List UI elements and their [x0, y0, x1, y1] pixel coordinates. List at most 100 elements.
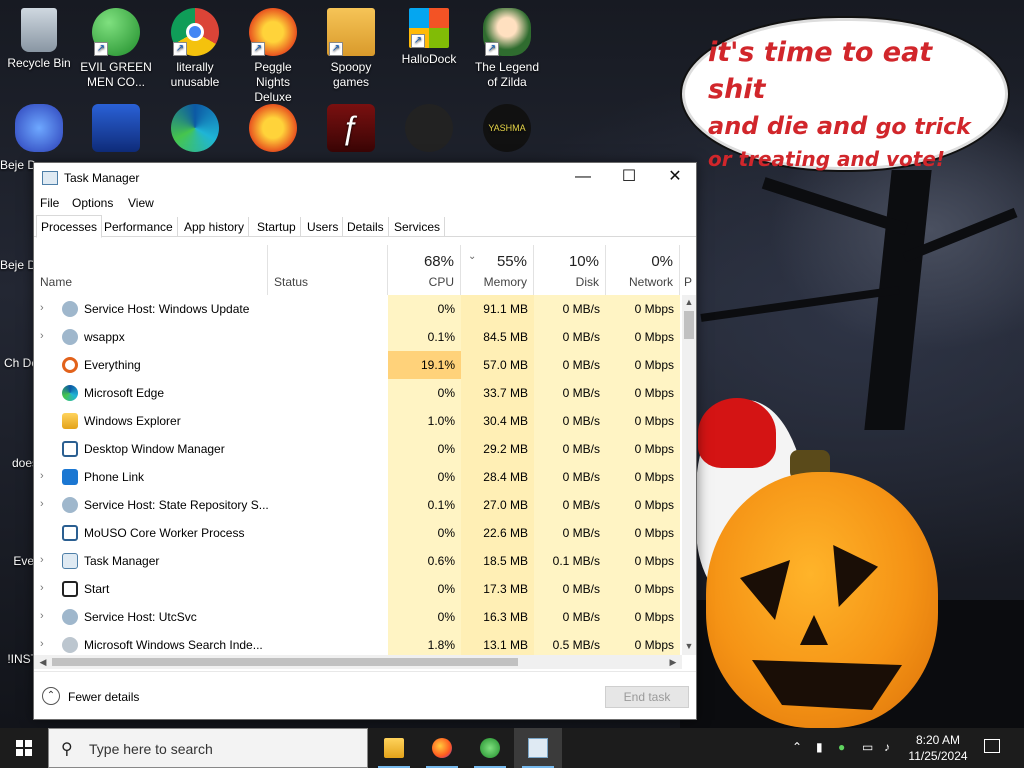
menu-view[interactable]: View — [128, 196, 154, 210]
expand-chevron-icon[interactable]: › — [40, 498, 44, 510]
process-network: 0 Mbps — [606, 295, 680, 323]
process-row[interactable]: Windows Explorer 1.0% 30.4 MB 0 MB/s 0 Mbps — [34, 407, 682, 435]
taskbar-firefox[interactable] — [418, 728, 466, 768]
tab-details[interactable]: Details — [343, 217, 389, 237]
desktop-icon-yashma[interactable]: YASHMA — [470, 104, 544, 156]
vertical-scroll-thumb[interactable] — [684, 311, 694, 339]
process-memory: 91.1 MB — [461, 295, 534, 323]
process-row[interactable]: Everything 19.1% 57.0 MB 0 MB/s 0 Mbps — [34, 351, 682, 379]
process-network: 0 Mbps — [606, 575, 680, 603]
process-cpu: 19.1% — [388, 351, 461, 379]
column-header-name[interactable]: Name — [34, 245, 268, 295]
process-row[interactable]: › Service Host: State Repository S... 0.1%… — [34, 491, 682, 519]
process-row[interactable]: › Start 0% 17.3 MB 0 MB/s 0 Mbps — [34, 575, 682, 603]
show-hidden-icons-icon[interactable]: ⌃ — [792, 740, 802, 754]
expand-chevron-icon[interactable]: › — [40, 638, 44, 650]
process-cpu: 0% — [388, 519, 461, 547]
vertical-scrollbar[interactable]: ▲ ▼ — [682, 295, 696, 655]
desktop-icon-peggle[interactable] — [236, 104, 310, 156]
tab-startup[interactable]: Startup — [253, 217, 301, 237]
menu-file[interactable]: File — [40, 196, 59, 210]
column-label-name: Name — [40, 275, 73, 289]
expand-chevron-icon[interactable]: › — [40, 330, 44, 342]
tab-app-history[interactable]: App history — [180, 217, 250, 237]
desktop-icon-legend-of-zilda[interactable]: ↗ The Legend of Zilda — [470, 8, 544, 90]
column-header-memory[interactable]: 55% Memory — [461, 245, 534, 295]
tab-processes[interactable]: Processes — [36, 215, 103, 238]
process-memory: 16.3 MB — [461, 603, 534, 631]
desktop-icon-recycle-bin[interactable]: Recycle Bin — [2, 8, 76, 71]
tab-performance[interactable]: Performance — [100, 217, 178, 237]
column-label-power-partial: P — [684, 275, 693, 289]
process-row[interactable]: Microsoft Edge 0% 33.7 MB 0 MB/s 0 Mbps — [34, 379, 682, 407]
tray-green-men-icon[interactable]: ● — [838, 740, 845, 754]
desktop-icon-remote[interactable] — [392, 104, 466, 156]
horizontal-scroll-thumb[interactable] — [52, 658, 518, 666]
column-header-power-partial[interactable]: P — [680, 245, 696, 295]
horizontal-scrollbar[interactable]: ◀ ▶ — [34, 655, 682, 669]
desktop-icon-hallodock[interactable]: ↗ HalloDock — [392, 8, 466, 67]
process-row[interactable]: › Task Manager 0.6% 18.5 MB 0.1 MB/s 0 Mbps — [34, 547, 682, 575]
desktop-icon-edge[interactable] — [158, 104, 232, 156]
process-cpu: 0% — [388, 435, 461, 463]
yashma-icon: YASHMA — [483, 104, 531, 152]
desktop-icon-spoopy-games[interactable]: ↗ Spoopy games — [314, 8, 388, 90]
process-row[interactable]: › Service Host: UtcSvc 0% 16.3 MB 0 MB/s 0 Mb… — [34, 603, 682, 631]
desktop-icon-mpl[interactable] — [79, 104, 153, 156]
scroll-left-icon[interactable]: ◀ — [36, 657, 50, 668]
process-disk: 0 MB/s — [534, 435, 606, 463]
desktop-icon-flash[interactable]: ƒ — [314, 104, 388, 156]
maximize-button[interactable]: ☐ — [606, 163, 652, 193]
menu-options[interactable]: Options — [72, 196, 113, 210]
process-cpu: 0% — [388, 379, 461, 407]
minimize-button[interactable]: — — [560, 163, 606, 193]
title-bar[interactable]: Task Manager — ☐ ✕ — [34, 163, 696, 193]
desktop-icon-bejeweled[interactable] — [2, 104, 76, 156]
expand-chevron-icon[interactable]: › — [40, 470, 44, 482]
tab-users[interactable]: Users — [303, 217, 344, 237]
taskbar-task-manager[interactable] — [514, 728, 562, 768]
network-icon[interactable]: ▭ — [862, 740, 873, 754]
folder-icon — [62, 413, 78, 429]
close-button[interactable]: ✕ — [652, 163, 698, 193]
chevron-up-icon[interactable]: ⌃ — [42, 687, 60, 705]
taskbar-clock[interactable]: 8:20 AM 11/25/2024 — [900, 732, 976, 764]
process-row[interactable]: › Microsoft Windows Search Inde... 1.8% 13.… — [34, 631, 682, 655]
column-header-network[interactable]: 0% Network — [606, 245, 680, 295]
column-header-cpu[interactable]: 68% CPU — [388, 245, 461, 295]
fewer-details-link[interactable]: Fewer details — [68, 690, 139, 704]
process-row[interactable]: › wsappx 0.1% 84.5 MB 0 MB/s 0 Mbps — [34, 323, 682, 351]
peggle-icon: ↗ — [249, 8, 297, 56]
tab-services[interactable]: Services — [390, 217, 446, 237]
battery-icon[interactable]: ▮ — [816, 740, 823, 754]
desktop-icon-peggle-nights[interactable]: ↗ Peggle Nights Deluxe — [236, 8, 310, 105]
peggle-icon — [249, 104, 297, 152]
taskbar-search-box[interactable]: ⚲ Type here to search — [48, 728, 368, 768]
taskbar-green-men[interactable] — [466, 728, 514, 768]
end-task-button[interactable]: End task — [605, 686, 689, 708]
expand-chevron-icon[interactable]: › — [40, 582, 44, 594]
scroll-right-icon[interactable]: ▶ — [666, 657, 680, 668]
process-disk: 0 MB/s — [534, 407, 606, 435]
process-row[interactable]: MoUSO Core Worker Process 0% 22.6 MB 0 MB/s… — [34, 519, 682, 547]
scroll-down-icon[interactable]: ▼ — [682, 641, 696, 651]
process-row[interactable]: Desktop Window Manager 0% 29.2 MB 0 MB/s 0 M… — [34, 435, 682, 463]
expand-chevron-icon[interactable]: › — [40, 554, 44, 566]
start-button[interactable] — [0, 728, 48, 768]
desktop-icon-evil-green-men[interactable]: ↗ EVIL GREEN MEN CO... — [79, 8, 153, 90]
scroll-up-icon[interactable]: ▲ — [682, 297, 696, 307]
desktop-icon-literally-unusable[interactable]: ↗ literally unusable — [158, 8, 232, 90]
process-row[interactable]: › Service Host: Windows Update 0% 91.1 MB 0 … — [34, 295, 682, 323]
column-header-status[interactable]: Status — [268, 245, 388, 295]
expand-chevron-icon[interactable]: › — [40, 302, 44, 314]
taskbar-file-explorer[interactable] — [370, 728, 418, 768]
column-header-disk[interactable]: 10% Disk — [534, 245, 606, 295]
notifications-icon[interactable] — [984, 739, 1000, 753]
expand-chevron-icon[interactable]: › — [40, 610, 44, 622]
green-men-icon — [480, 738, 500, 758]
process-name: Phone Link — [84, 470, 145, 484]
process-name: Microsoft Edge — [84, 386, 165, 400]
volume-icon[interactable]: ♪ — [884, 740, 890, 754]
flash-icon: ƒ — [327, 104, 375, 152]
process-row[interactable]: › Phone Link 0% 28.4 MB 0 MB/s 0 Mbps — [34, 463, 682, 491]
